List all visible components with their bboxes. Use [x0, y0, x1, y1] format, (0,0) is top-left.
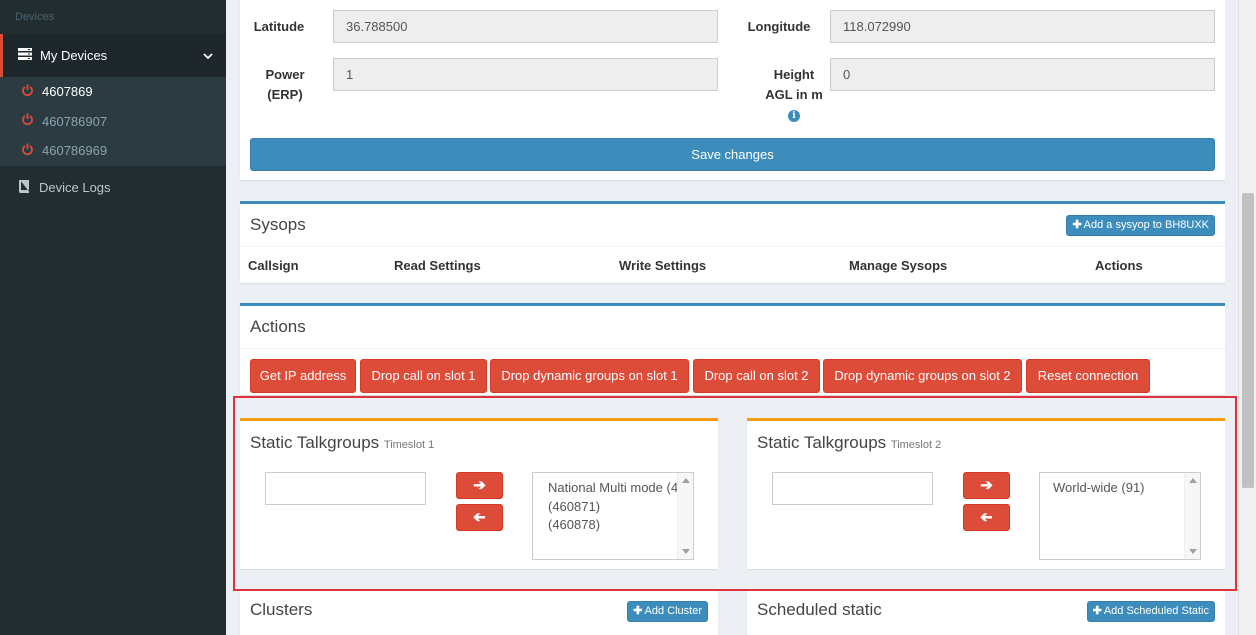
sidebar-item-device-logs[interactable]: Device Logs: [0, 166, 226, 210]
add-cluster-button[interactable]: ✚ Add Cluster: [627, 601, 708, 622]
get-ip-address-button[interactable]: Get IP address: [250, 359, 356, 393]
latitude-label: Latitude: [253, 19, 305, 34]
add-scheduled-static-button[interactable]: ✚ Add Scheduled Static: [1086, 601, 1215, 622]
sidebar: Devices My Devices 4607869 460786907 460…: [0, 0, 226, 635]
drop-call-slot2-button[interactable]: Drop call on slot 2: [693, 359, 820, 393]
device-label: 4607869: [42, 84, 93, 100]
server-icon: [18, 48, 32, 63]
chevron-down-icon: [203, 48, 213, 63]
reset-connection-button[interactable]: Reset connection: [1026, 359, 1150, 393]
actions-box: Actions Get IP address Drop call on slot…: [240, 303, 1225, 395]
longitude-label: Longitude: [747, 19, 811, 34]
device-label: 460786907: [42, 113, 108, 129]
clusters-box: Clusters ✚ Add Cluster: [240, 591, 718, 635]
scheduled-static-title: Scheduled static: [757, 600, 882, 619]
scrollbar-thumb[interactable]: [1242, 193, 1254, 488]
save-changes-button[interactable]: Save changes: [250, 138, 1215, 171]
scheduled-static-box: Scheduled static ✚ Add Scheduled Static: [747, 591, 1225, 635]
info-icon[interactable]: i: [788, 110, 800, 122]
sysops-title: Sysops: [250, 215, 306, 234]
sidebar-header: Devices: [15, 11, 55, 23]
sidebar-item-device[interactable]: 4607869: [0, 77, 226, 107]
longitude-field[interactable]: 118.072990: [830, 10, 1215, 43]
drop-dynamic-slot2-button[interactable]: Drop dynamic groups on slot 2: [823, 359, 1022, 393]
column-header[interactable]: Actions: [1095, 258, 1143, 273]
plus-icon: ✚: [633, 605, 643, 617]
drop-dynamic-slot1-button[interactable]: Drop dynamic groups on slot 1: [490, 359, 689, 393]
add-sysop-button[interactable]: ✚ Add a sysyop to BH8UXK: [1066, 215, 1215, 236]
sidebar-item-label: My Devices: [40, 48, 108, 63]
actions-button-group: Get IP address Drop call on slot 1 Drop …: [250, 359, 1210, 393]
sidebar-item-device[interactable]: 460786907: [0, 107, 226, 137]
column-header[interactable]: Manage Sysops: [849, 258, 947, 273]
device-settings-box: Latitude 36.788500 Longitude 118.072990 …: [240, 0, 1225, 180]
page-scrollbar[interactable]: [1238, 0, 1256, 635]
actions-title: Actions: [250, 317, 306, 336]
sidebar-item-label: Device Logs: [39, 180, 111, 195]
clusters-title: Clusters: [250, 600, 313, 619]
power-field[interactable]: 1: [333, 58, 718, 91]
plus-icon: ✚: [1092, 605, 1102, 617]
column-header[interactable]: Read Settings: [394, 258, 481, 273]
highlight-annotation: [233, 396, 1237, 591]
latitude-field[interactable]: 36.788500: [333, 10, 718, 43]
power-icon: [21, 113, 34, 129]
sidebar-device-list: 4607869 460786907 460786969: [0, 77, 226, 166]
plus-icon: ✚: [1072, 219, 1082, 231]
column-header[interactable]: Callsign: [248, 258, 299, 273]
power-label: Power (ERP): [265, 67, 305, 102]
device-label: 460786969: [42, 143, 108, 159]
column-header[interactable]: Write Settings: [619, 258, 706, 273]
sysops-table-header: Callsign Read Settings Write Settings Ma…: [240, 246, 1225, 284]
sidebar-item-device[interactable]: 460786969: [0, 136, 226, 166]
power-icon: [21, 84, 34, 100]
sysops-box: Sysops ✚ Add a sysyop to BH8UXK Callsign …: [240, 201, 1225, 283]
drop-call-slot1-button[interactable]: Drop call on slot 1: [360, 359, 487, 393]
height-field[interactable]: 0: [830, 58, 1215, 91]
power-icon: [21, 143, 34, 159]
sidebar-item-my-devices[interactable]: My Devices: [0, 34, 226, 77]
book-icon: [18, 179, 30, 196]
